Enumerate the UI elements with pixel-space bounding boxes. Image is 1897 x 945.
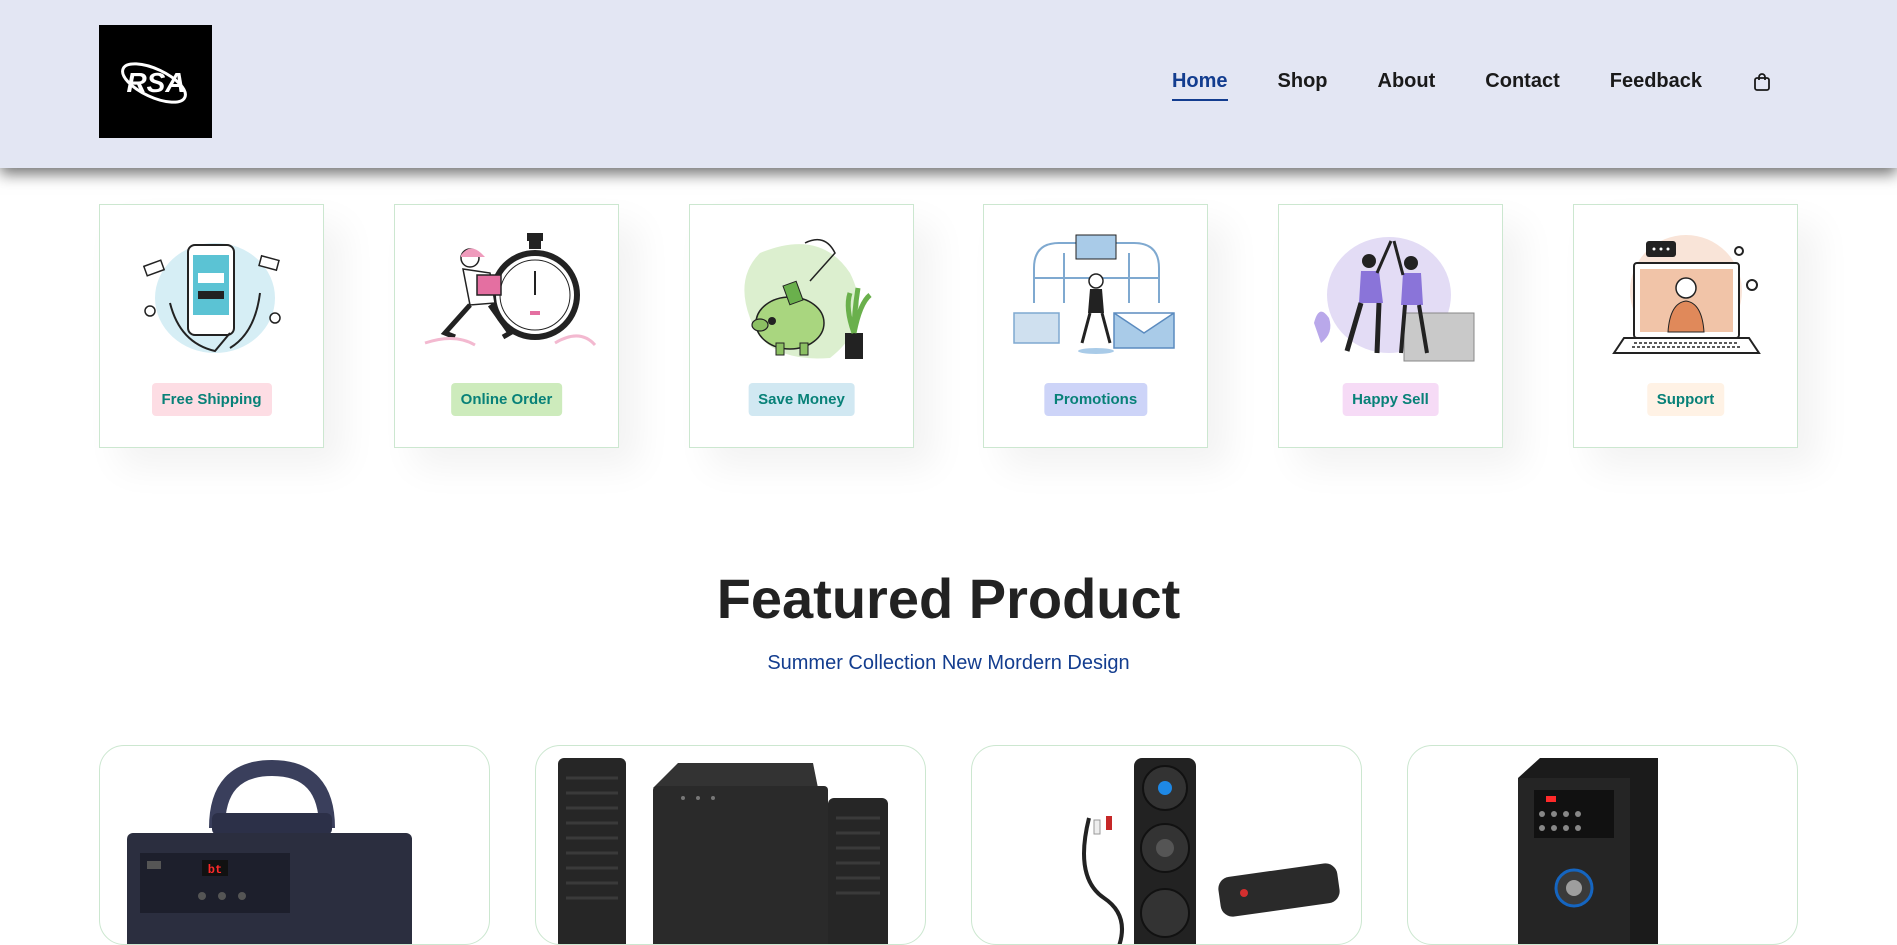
piggy-bank-illustration bbox=[744, 238, 872, 359]
home-theater-speakers-image bbox=[558, 758, 888, 944]
feature-label: Free Shipping bbox=[151, 383, 272, 416]
feature-support: Support bbox=[1573, 204, 1798, 448]
site-header: RSA Home Shop About Contact Feedback bbox=[0, 0, 1897, 168]
features-section: Free Shipping Online Order Save Money Pr… bbox=[99, 204, 1799, 448]
main-nav: Home Shop About Contact Feedback bbox=[1171, 70, 1897, 101]
product-card[interactable] bbox=[1407, 745, 1798, 945]
promotions-illustration bbox=[1013, 234, 1175, 354]
nav-contact[interactable]: Contact bbox=[1485, 70, 1559, 93]
featured-product-subtitle: Summer Collection New Mordern Design bbox=[767, 652, 1130, 674]
delivery-stopwatch-illustration bbox=[424, 233, 597, 347]
nav-about[interactable]: About bbox=[1378, 70, 1436, 93]
tower-speaker-image bbox=[1518, 758, 1658, 944]
phone-payment-illustration bbox=[142, 243, 281, 353]
feature-save-money: Save Money bbox=[689, 204, 914, 448]
nav-shop[interactable]: Shop bbox=[1278, 70, 1328, 93]
portable-speaker-image: bt bbox=[127, 759, 412, 944]
feature-label: Online Order bbox=[450, 383, 563, 416]
rsa-logo[interactable]: RSA bbox=[99, 25, 212, 138]
svg-text:RSA: RSA bbox=[126, 67, 185, 98]
feature-label: Support bbox=[1646, 383, 1725, 416]
feature-promotions: Promotions bbox=[983, 204, 1208, 448]
feature-free-shipping: Free Shipping bbox=[99, 204, 324, 448]
support-laptop-illustration bbox=[1612, 235, 1761, 354]
feature-happy-sell: Happy Sell bbox=[1278, 204, 1503, 448]
shopping-bag-icon[interactable] bbox=[1752, 72, 1772, 92]
product-card[interactable] bbox=[535, 745, 926, 945]
feature-label: Happy Sell bbox=[1342, 383, 1439, 416]
product-card[interactable]: bt bbox=[99, 745, 490, 945]
nav-home[interactable]: Home bbox=[1171, 70, 1228, 101]
product-card[interactable] bbox=[971, 745, 1362, 945]
feature-label: Save Money bbox=[748, 383, 855, 416]
featured-product-title: Featured Product bbox=[716, 567, 1181, 630]
nav-feedback[interactable]: Feedback bbox=[1610, 70, 1702, 93]
feature-label: Promotions bbox=[1043, 383, 1148, 416]
feature-online-order: Online Order bbox=[394, 204, 619, 448]
tower-speaker-image bbox=[1082, 758, 1340, 944]
high-five-illustration bbox=[1314, 237, 1475, 362]
svg-text:bt: bt bbox=[208, 863, 222, 877]
